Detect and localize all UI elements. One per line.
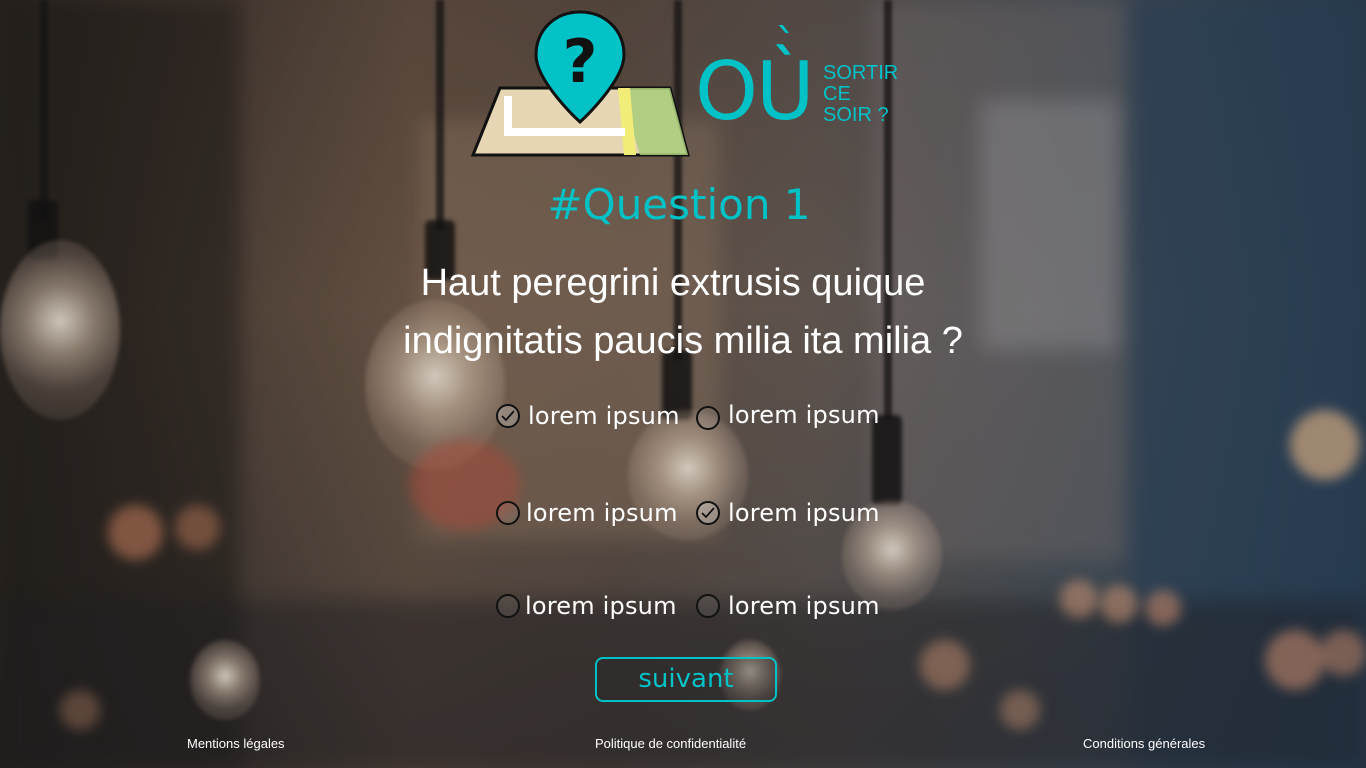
radio-icon[interactable]: [696, 406, 720, 430]
answer-label: lorem ipsum: [728, 401, 880, 429]
brand-tagline: SORTIR CE SOIR ?: [823, 63, 898, 126]
answer-option[interactable]: lorem ipsum: [696, 592, 880, 620]
terms-link[interactable]: Conditions générales: [1083, 736, 1205, 751]
privacy-policy-link[interactable]: Politique de confidentialité: [595, 736, 746, 751]
question-text: Haut peregrini extrusis quique indignita…: [0, 254, 1366, 370]
brand-tagline-line: SOIR ?: [823, 104, 889, 126]
map-pin-question-icon: ?: [470, 10, 690, 157]
brand-tagline-line: SORTIR: [823, 62, 899, 84]
legal-notice-link[interactable]: Mentions légales: [187, 736, 285, 751]
brand-logo[interactable]: ? ` OÙ SORTIR CE SOIR ?: [470, 10, 910, 160]
radio-icon[interactable]: [696, 594, 720, 618]
answer-label: lorem ipsum: [728, 499, 880, 527]
answer-label: lorem ipsum: [728, 592, 880, 620]
answer-option[interactable]: lorem ipsum: [496, 499, 678, 527]
brand-name: OÙ: [695, 45, 815, 138]
radio-icon[interactable]: [496, 501, 520, 525]
radio-icon[interactable]: [496, 594, 520, 618]
svg-text:?: ?: [563, 27, 598, 97]
checked-radio-icon[interactable]: [696, 501, 720, 525]
answer-option[interactable]: lorem ipsum: [496, 592, 677, 620]
question-number: #Question 1: [547, 180, 811, 229]
checked-radio-icon[interactable]: [496, 404, 520, 428]
answer-option[interactable]: lorem ipsum: [696, 499, 880, 527]
answer-option[interactable]: lorem ipsum: [496, 402, 680, 430]
question-text-line: Haut peregrini extrusis quique: [420, 262, 926, 304]
answer-option[interactable]: lorem ipsum: [696, 401, 880, 430]
answer-label: lorem ipsum: [528, 402, 680, 430]
next-button[interactable]: suivant: [595, 657, 777, 702]
answer-label: lorem ipsum: [525, 592, 677, 620]
question-text-line: indignitatis paucis milia ita milia ?: [403, 320, 963, 362]
brand-tagline-line: CE: [823, 83, 851, 105]
answer-label: lorem ipsum: [526, 499, 678, 527]
